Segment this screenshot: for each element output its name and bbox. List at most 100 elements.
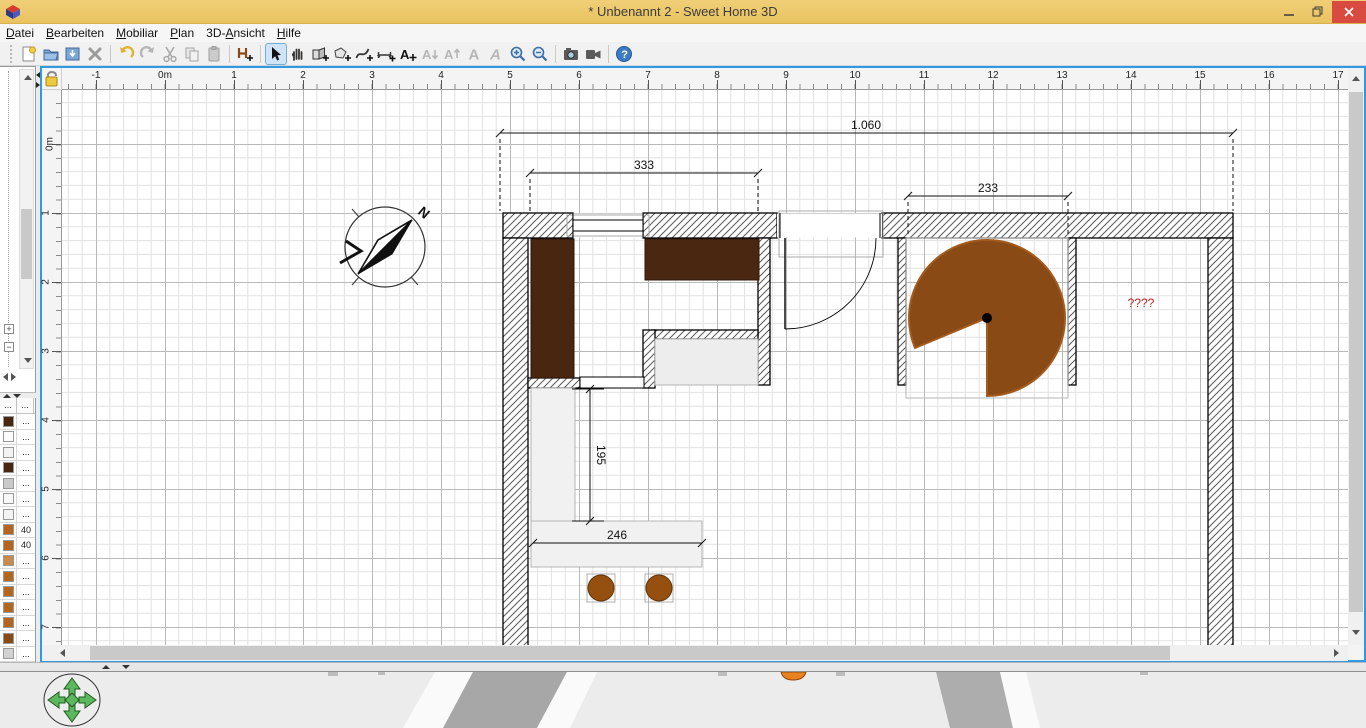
plan-hscroll-thumb[interactable] bbox=[90, 646, 1170, 660]
tree-collapse-icon[interactable]: − bbox=[4, 342, 14, 352]
decrease-text-size-button[interactable]: A bbox=[419, 43, 441, 65]
wall-top-2[interactable] bbox=[643, 213, 777, 238]
furniture-row[interactable]: ... bbox=[0, 430, 35, 446]
list-col-icon[interactable]: ... bbox=[0, 398, 17, 413]
wall-alcove-right[interactable] bbox=[1068, 238, 1076, 385]
wall-left[interactable] bbox=[503, 238, 528, 645]
furniture-row[interactable]: 40 bbox=[0, 523, 35, 539]
kitchen-counter[interactable] bbox=[531, 388, 575, 521]
paste-button[interactable] bbox=[203, 43, 225, 65]
wall-inner-nook-left[interactable] bbox=[643, 330, 655, 388]
zoom-in-button[interactable] bbox=[507, 43, 529, 65]
furniture-row[interactable]: ... bbox=[0, 476, 35, 492]
create-dimensions-button[interactable] bbox=[375, 43, 397, 65]
plan-scroll-left-icon[interactable] bbox=[60, 649, 65, 657]
furniture-row[interactable]: ... bbox=[0, 631, 35, 647]
cut-button[interactable] bbox=[159, 43, 181, 65]
scroll-down-icon[interactable] bbox=[24, 358, 32, 363]
furniture-row[interactable]: ... bbox=[0, 569, 35, 585]
wall-right[interactable] bbox=[1208, 238, 1233, 645]
window[interactable] bbox=[567, 214, 649, 238]
tree-expand-icon[interactable]: + bbox=[4, 324, 14, 334]
furniture-row[interactable]: ... bbox=[0, 585, 35, 601]
menu-plan[interactable]: Plan bbox=[164, 25, 200, 41]
furniture-row[interactable]: ... bbox=[0, 492, 35, 508]
copy-button[interactable] bbox=[181, 43, 203, 65]
wall-bottom-left[interactable] bbox=[528, 378, 580, 388]
wardrobe[interactable] bbox=[531, 239, 574, 378]
add-furniture-button[interactable] bbox=[234, 43, 256, 65]
menu-mobiliar[interactable]: Mobiliar bbox=[110, 25, 164, 41]
zoom-out-button[interactable] bbox=[529, 43, 551, 65]
menu-bearbeiten[interactable]: Bearbeiten bbox=[40, 25, 110, 41]
plan-horizontal-scrollbar[interactable] bbox=[42, 645, 1348, 661]
catalog-scroll-thumb[interactable] bbox=[21, 209, 32, 279]
menu-3d-ansicht[interactable]: 3D-Ansicht bbox=[200, 25, 271, 41]
preferences-button[interactable] bbox=[84, 43, 106, 65]
furniture-row[interactable]: 40 bbox=[0, 538, 35, 554]
pan-button[interactable] bbox=[287, 43, 309, 65]
menu-datei[interactable]: Datei bbox=[0, 25, 40, 41]
close-button[interactable] bbox=[1332, 1, 1366, 23]
create-rooms-button[interactable] bbox=[331, 43, 353, 65]
increase-text-size-button[interactable]: A bbox=[441, 43, 463, 65]
create-polylines-button[interactable] bbox=[353, 43, 375, 65]
wall-inner-hall-left[interactable] bbox=[758, 238, 770, 385]
undo-button[interactable] bbox=[115, 43, 137, 65]
sideboard[interactable] bbox=[645, 239, 759, 280]
catalog-scroll-left-icon[interactable] bbox=[3, 373, 8, 381]
help-button[interactable]: ? bbox=[613, 43, 635, 65]
plan-scroll-right-icon[interactable] bbox=[1334, 649, 1339, 657]
plan-scroll-down-icon[interactable] bbox=[1352, 630, 1360, 635]
stool-1[interactable] bbox=[588, 575, 614, 601]
furniture-row[interactable]: ... bbox=[0, 414, 35, 430]
furniture-catalog-panel[interactable]: + − bbox=[0, 66, 36, 392]
nook-counter[interactable] bbox=[655, 339, 758, 385]
wall-inner-nook-top[interactable] bbox=[652, 330, 758, 339]
photo-button[interactable] bbox=[560, 43, 582, 65]
furniture-row[interactable]: ... bbox=[0, 616, 35, 632]
furniture-list-header[interactable]: ... ... bbox=[0, 398, 35, 414]
menu-hilfe[interactable]: Hilfe bbox=[271, 25, 307, 41]
splitter3d-down-icon[interactable] bbox=[122, 665, 130, 669]
plan-3d-splitter[interactable] bbox=[0, 662, 1366, 672]
furniture-list-panel[interactable]: ... ... .....................4040.......… bbox=[0, 398, 36, 662]
furniture-row-value: 40 bbox=[17, 525, 35, 535]
wall-top-3[interactable] bbox=[882, 213, 1233, 238]
plan-vscroll-thumb[interactable] bbox=[1349, 92, 1363, 612]
select-button[interactable] bbox=[265, 43, 287, 65]
catalog-scrollbar[interactable] bbox=[19, 69, 34, 369]
new-home-button[interactable] bbox=[18, 43, 40, 65]
toolbar-grip[interactable] bbox=[10, 45, 14, 63]
furniture-row[interactable]: ... bbox=[0, 647, 35, 663]
navigation-arrows[interactable] bbox=[44, 674, 100, 726]
video-button[interactable] bbox=[582, 43, 604, 65]
wall-alcove-left[interactable] bbox=[898, 238, 906, 385]
furniture-row[interactable]: ... bbox=[0, 600, 35, 616]
plan-canvas[interactable]: N bbox=[62, 90, 1348, 645]
splitter3d-up-icon[interactable] bbox=[102, 665, 110, 669]
open-button[interactable] bbox=[40, 43, 62, 65]
stool-2[interactable] bbox=[646, 575, 672, 601]
plan-vertical-scrollbar[interactable] bbox=[1348, 68, 1364, 645]
catalog-scroll-right-icon[interactable] bbox=[11, 373, 16, 381]
italic-button[interactable]: A bbox=[485, 43, 507, 65]
create-walls-button[interactable] bbox=[309, 43, 331, 65]
furniture-row[interactable]: ... bbox=[0, 445, 35, 461]
wall-top-1[interactable] bbox=[503, 213, 573, 238]
redo-button[interactable] bbox=[137, 43, 159, 65]
bold-button[interactable]: A bbox=[463, 43, 485, 65]
scroll-up-icon[interactable] bbox=[24, 75, 32, 80]
view-3d[interactable] bbox=[0, 672, 1366, 728]
plan-annotation-text[interactable]: ???? bbox=[1128, 296, 1155, 310]
plan-scroll-up-icon[interactable] bbox=[1352, 76, 1360, 81]
maximize-button[interactable] bbox=[1303, 1, 1332, 23]
doorway-bottom[interactable] bbox=[580, 377, 644, 388]
furniture-row[interactable]: ... bbox=[0, 554, 35, 570]
minimize-button[interactable] bbox=[1274, 1, 1303, 23]
list-col-value[interactable]: ... bbox=[17, 398, 34, 413]
furniture-row[interactable]: ... bbox=[0, 461, 35, 477]
create-text-button[interactable]: A bbox=[397, 43, 419, 65]
save-button[interactable] bbox=[62, 43, 84, 65]
furniture-row[interactable]: ... bbox=[0, 507, 35, 523]
